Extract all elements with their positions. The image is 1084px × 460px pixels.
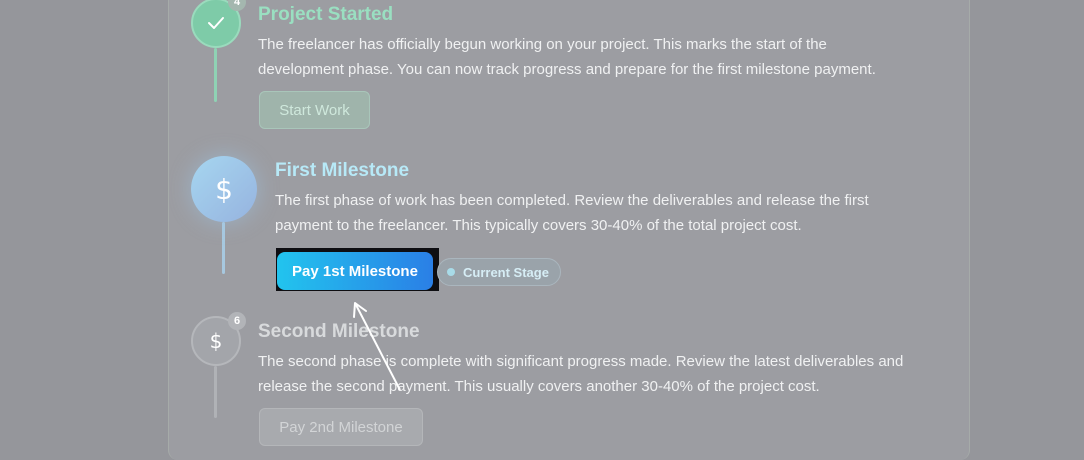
dollar-icon: $ <box>209 329 223 353</box>
pay-1st-milestone-button[interactable]: Pay 1st Milestone <box>277 252 433 290</box>
step-description: The first phase of work has been complet… <box>275 192 869 234</box>
step-title: First Milestone <box>275 160 410 181</box>
mouse-cursor-icon <box>353 302 401 391</box>
check-icon <box>208 17 224 29</box>
timeline-connector <box>222 222 225 274</box>
pay-2nd-milestone-button[interactable]: Pay 2nd Milestone <box>259 408 423 446</box>
step-number-badge: 6 <box>228 312 246 330</box>
step-description: The freelancer has officially begun work… <box>258 36 876 78</box>
dollar-icon: $ <box>215 172 233 206</box>
timeline-connector <box>214 366 217 418</box>
start-work-button[interactable]: Start Work <box>259 91 370 129</box>
timeline-connector <box>214 48 217 102</box>
status-dot-icon <box>447 268 455 276</box>
step-title: Project Started <box>258 4 394 25</box>
current-stage-badge: Current Stage <box>437 258 561 286</box>
step-status-circle: $ <box>191 156 257 222</box>
